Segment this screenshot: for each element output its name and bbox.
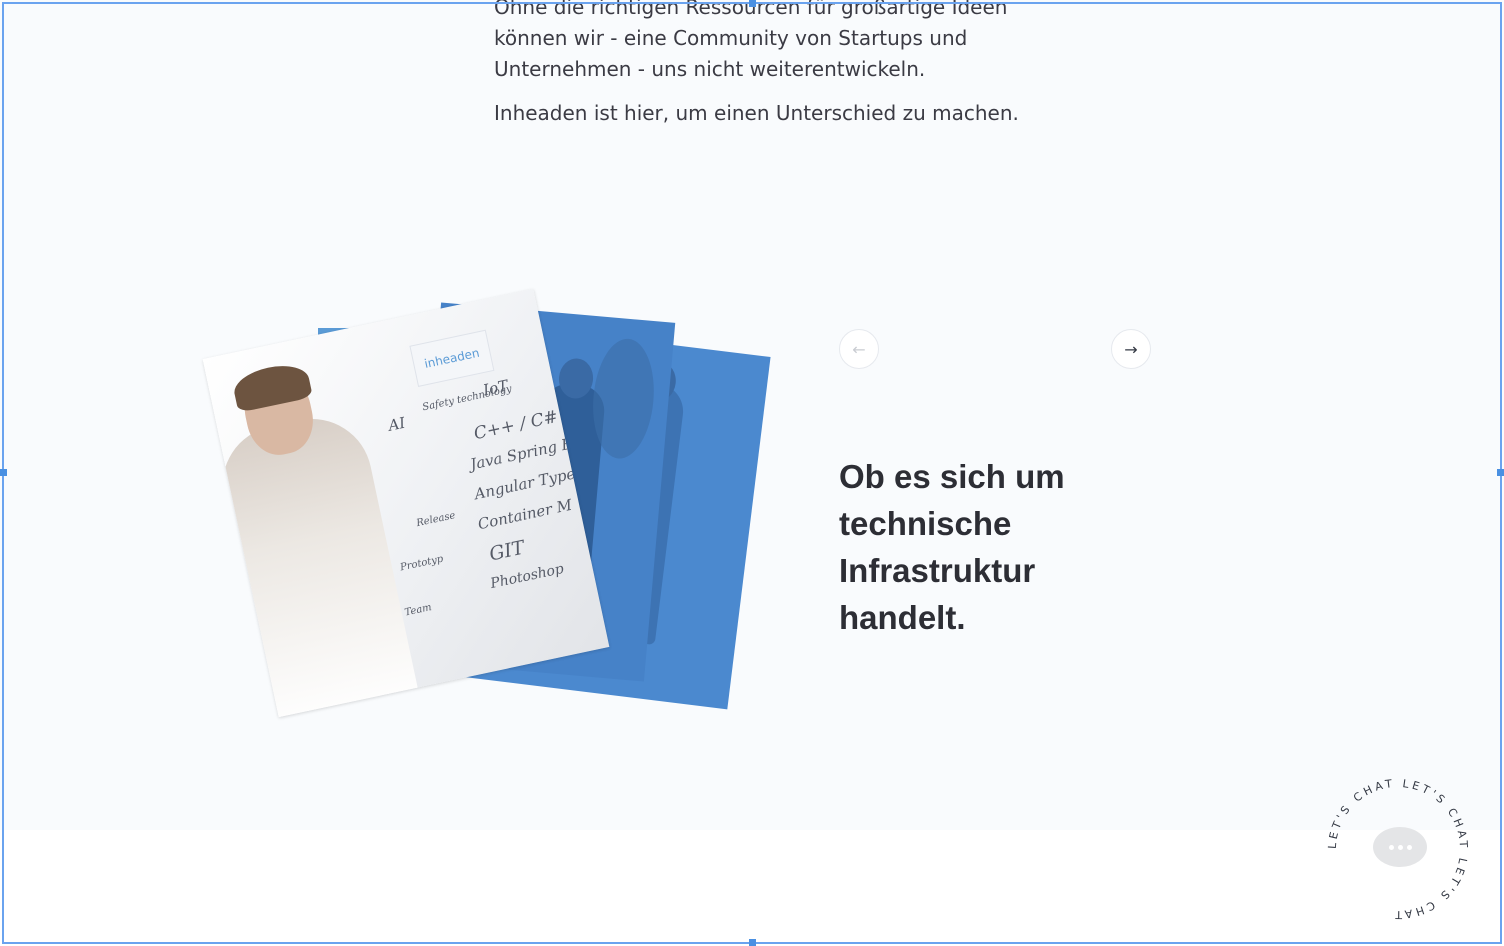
chat-bubble-icon[interactable] xyxy=(1373,827,1427,867)
whiteboard-list-item: GIT xyxy=(487,536,527,566)
whiteboard-timeline-label: Release xyxy=(415,510,457,530)
whiteboard-list-item: Container M xyxy=(476,495,574,534)
intro-paragraph-2: Inheaden ist hier, um einen Unterschied … xyxy=(494,101,1019,125)
arrow-right-icon: → xyxy=(1124,339,1138,359)
arrow-left-icon: ← xyxy=(852,339,866,359)
resize-handle-bottom[interactable] xyxy=(749,939,756,946)
intro-text: Ohne die richtigen Ressourcen für großar… xyxy=(494,0,1024,142)
slide-heading: Ob es sich um technische Infrastruktur h… xyxy=(839,458,1065,636)
intro-paragraph-1: Ohne die richtigen Ressourcen für großar… xyxy=(494,0,1008,81)
whiteboard-timeline-label: Prototyp xyxy=(399,553,445,574)
resize-handle-top[interactable] xyxy=(749,0,756,7)
whiteboard-list-item: Photoshop xyxy=(489,560,566,592)
resize-handle-right[interactable] xyxy=(1497,469,1504,476)
resize-handle-left[interactable] xyxy=(0,469,7,476)
whiteboard-timeline-label: Team xyxy=(403,602,433,619)
person-figure xyxy=(211,407,421,718)
whiteboard-bubble: AI xyxy=(386,413,407,435)
image-card-stack[interactable]: inheaden AI Safety technology IoT C++ / … xyxy=(202,288,775,718)
slider-prev-button[interactable]: ← xyxy=(839,329,879,369)
inheaden-logo: inheaden xyxy=(409,329,495,387)
slider-next-button[interactable]: → xyxy=(1111,329,1151,369)
